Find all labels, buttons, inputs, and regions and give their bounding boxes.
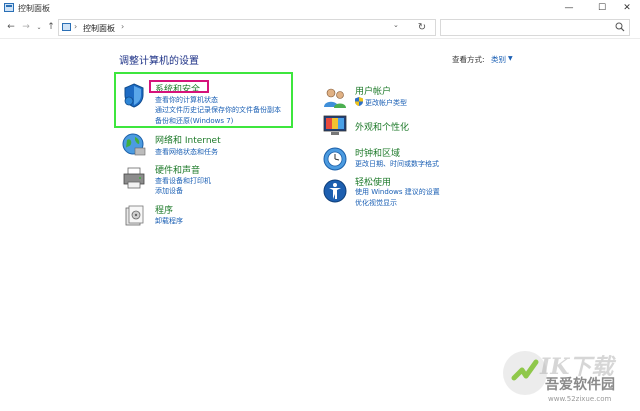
window-title: 控制面板 — [18, 4, 50, 13]
category-hardware-sound[interactable]: 硬件和声音 — [155, 163, 200, 176]
recent-locations-button[interactable]: ⌄ — [33, 20, 45, 34]
watermark-site-name: 吾爱软件园 — [545, 377, 615, 393]
link-windows-suggested-settings[interactable]: 使用 Windows 建议的设置 — [355, 187, 440, 197]
forward-button[interactable]: → — [20, 20, 32, 34]
search-input[interactable] — [440, 19, 630, 36]
link-change-account-type[interactable]: 更改帐户类型 — [365, 98, 407, 108]
chevron-down-icon[interactable]: ▼ — [508, 55, 513, 62]
search-icon[interactable] — [615, 22, 625, 32]
clock-globe-icon[interactable] — [322, 146, 348, 172]
link-network-status[interactable]: 查看网络状态和任务 — [155, 147, 218, 157]
highlight-box-magenta — [149, 80, 209, 93]
category-network-internet[interactable]: 网络和 Internet — [155, 133, 221, 146]
back-button[interactable]: ← — [5, 20, 17, 34]
link-uninstall-program[interactable]: 卸载程序 — [155, 216, 183, 226]
breadcrumb-separator[interactable]: › — [121, 22, 124, 31]
link-devices-printers[interactable]: 查看设备和打印机 — [155, 176, 211, 186]
toolbar-divider — [0, 38, 640, 39]
users-icon[interactable] — [322, 85, 348, 111]
minimize-button[interactable]: — — [556, 0, 582, 16]
up-button[interactable]: ↑ — [45, 20, 57, 34]
link-optimize-visual-display[interactable]: 优化视觉显示 — [355, 198, 397, 208]
category-programs[interactable]: 程序 — [155, 203, 173, 216]
category-clock-region[interactable]: 时钟和区域 — [355, 146, 400, 159]
link-add-device[interactable]: 添加设备 — [155, 186, 183, 196]
appearance-monitor-icon[interactable] — [322, 113, 348, 139]
control-panel-icon — [4, 3, 14, 12]
link-change-date-time-format[interactable]: 更改日期、时间或数字格式 — [355, 159, 439, 169]
view-by-dropdown[interactable]: 类别 — [491, 54, 506, 65]
breadcrumb-separator[interactable]: › — [74, 22, 77, 31]
watermark-url: www.52zixue.com — [548, 395, 612, 403]
page-title: 调整计算机的设置 — [119, 56, 199, 67]
breadcrumb-control-panel[interactable]: 控制面板 — [83, 23, 115, 34]
uac-shield-icon — [355, 97, 363, 106]
view-by-label: 查看方式: — [452, 55, 485, 64]
category-user-accounts[interactable]: 用户帐户 — [355, 84, 391, 97]
printer-icon[interactable] — [121, 165, 147, 191]
close-button[interactable]: ✕ — [614, 0, 640, 16]
title-bar: 控制面板 — ☐ ✕ — [0, 0, 640, 16]
refresh-button[interactable]: ↻ — [414, 19, 430, 35]
accessibility-icon[interactable] — [322, 178, 348, 204]
address-dropdown-icon[interactable]: ⌄ — [393, 21, 399, 29]
category-appearance[interactable]: 外观和个性化 — [355, 120, 409, 133]
address-bar[interactable]: › 控制面板 › — [58, 19, 436, 36]
network-globe-icon[interactable] — [121, 132, 147, 158]
programs-icon[interactable] — [121, 203, 147, 229]
maximize-button[interactable]: ☐ — [589, 0, 615, 16]
control-panel-icon — [62, 23, 71, 31]
